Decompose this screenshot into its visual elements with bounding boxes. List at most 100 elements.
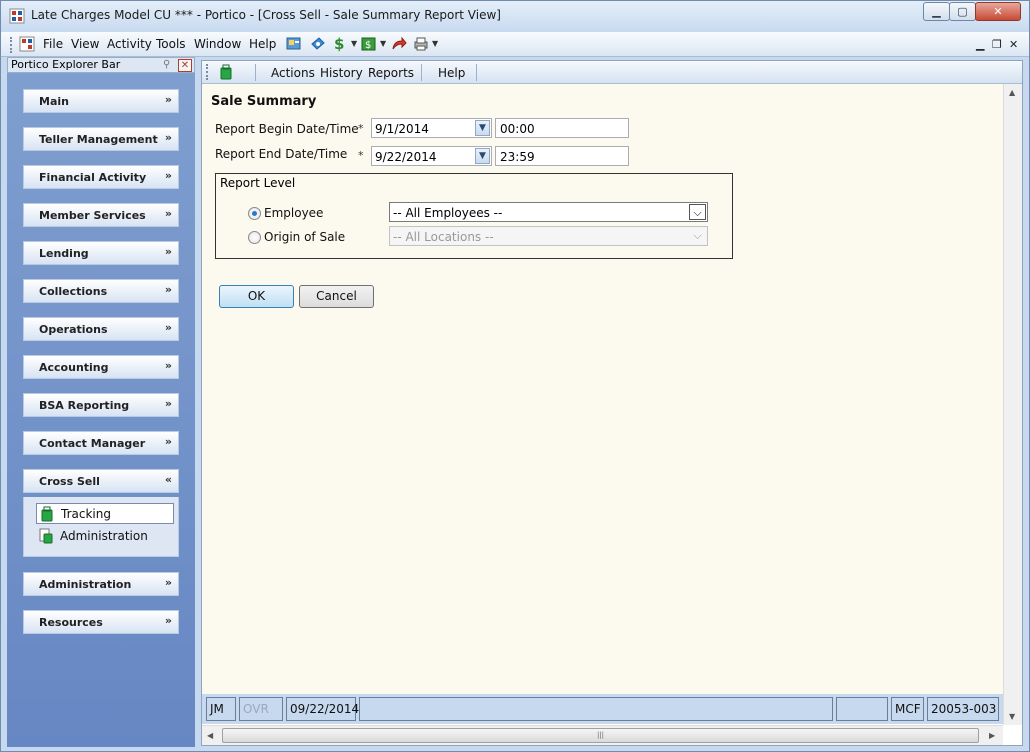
menu-help[interactable]: Help [249,37,276,51]
horizontal-scroll-thumb[interactable]: ||| [222,728,979,743]
child-toolbar-grip[interactable] [206,64,209,80]
expand-chevron-icon[interactable]: » [165,207,172,220]
scroll-down-icon[interactable]: ▼ [1009,712,1015,721]
chevron-down-icon[interactable]: ▼ [475,148,490,164]
end-date-label: Report End Date/Time [215,147,348,161]
section-accounting[interactable]: Accounting » [23,355,179,379]
ok-button[interactable]: OK [219,285,294,308]
section-administration[interactable]: Administration » [23,572,179,596]
expand-chevron-icon[interactable]: » [165,93,172,106]
explorer-title: Portico Explorer Bar [11,58,121,71]
cash-icon[interactable]: $ [361,36,377,52]
vertical-scrollbar[interactable]: ▲ ▼ [1003,84,1022,725]
section-financial-activity[interactable]: Financial Activity » [23,165,179,189]
scroll-right-icon[interactable]: ▶ [989,731,995,740]
maximize-button[interactable]: ▢ [949,2,976,21]
begin-time-field[interactable]: 00:00 [495,118,629,138]
explorer-close-icon[interactable]: ✕ [178,59,192,72]
origin-of-sale-radio[interactable] [248,231,261,244]
employee-select[interactable]: -- All Employees -- ⌵ [389,202,708,222]
menu-reports[interactable]: Reports [368,66,414,80]
pin-icon[interactable]: ⚲ [163,59,176,71]
begin-date-value[interactable]: 9/1/2014 [375,122,429,136]
administration-icon [39,528,53,544]
expand-chevron-icon[interactable]: » [165,397,172,410]
expand-chevron-icon[interactable]: » [165,576,172,589]
section-teller-management[interactable]: Teller Management » [23,127,179,151]
section-label: Cross Sell [39,475,100,488]
menu-view[interactable]: View [71,37,99,51]
member-search-icon[interactable] [286,36,302,52]
expand-chevron-icon[interactable]: » [165,245,172,258]
toolbar-grip[interactable] [10,37,13,53]
section-member-services[interactable]: Member Services » [23,203,179,227]
expand-chevron-icon[interactable]: » [165,169,172,182]
section-operations[interactable]: Operations » [23,317,179,341]
section-contact-manager[interactable]: Contact Manager » [23,431,179,455]
section-lending[interactable]: Lending » [23,241,179,265]
printer-dropdown-arrow[interactable]: ▼ [432,39,438,48]
scroll-left-icon[interactable]: ◀ [207,731,213,740]
required-marker: * [358,122,364,135]
menu-file[interactable]: File [43,37,63,51]
card-icon[interactable] [310,36,326,52]
section-label: Main [39,95,69,108]
expand-chevron-icon[interactable]: » [165,321,172,334]
origin-of-sale-label[interactable]: Origin of Sale [264,230,345,244]
mdi-close-button[interactable]: ✕ [1009,38,1018,51]
section-cross-sell[interactable]: Cross Sell « [23,469,179,493]
chevron-down-icon[interactable]: ⌵ [689,204,706,220]
nav-item-administration[interactable]: Administration [36,526,174,547]
menu-window[interactable]: Window [194,37,241,51]
menu-activity[interactable]: Activity [107,37,152,51]
cash-dropdown-arrow[interactable]: ▼ [380,39,386,48]
page-title: Sale Summary [211,94,317,109]
employee-radio[interactable] [248,207,261,220]
section-resources[interactable]: Resources » [23,610,179,634]
expand-chevron-icon[interactable]: » [165,435,172,448]
menu-history[interactable]: History [320,66,363,80]
collapse-chevron-icon[interactable]: « [165,473,172,486]
expand-chevron-icon[interactable]: » [165,283,172,296]
status-code: 20053-003 [927,697,999,721]
minimize-button[interactable]: ▁ [923,2,950,21]
printer-icon[interactable] [413,36,429,52]
chevron-down-icon[interactable]: ▼ [475,120,490,136]
menu-help-child[interactable]: Help [438,66,465,80]
section-main[interactable]: Main » [23,89,179,113]
employee-radio-label[interactable]: Employee [264,206,323,220]
status-blank [836,697,888,721]
cancel-button[interactable]: Cancel [299,285,374,308]
section-label: Teller Management [39,133,158,146]
section-bsa-reporting[interactable]: BSA Reporting » [23,393,179,417]
nav-item-label: Administration [60,529,148,543]
section-collections[interactable]: Collections » [23,279,179,303]
expand-chevron-icon[interactable]: » [165,614,172,627]
end-time-field[interactable]: 23:59 [495,146,629,166]
dollar-icon[interactable]: $ [334,36,350,52]
toolbar-separator [476,64,477,81]
horizontal-scrollbar[interactable]: ◀ ||| ▶ [202,725,1003,745]
nav-item-tracking[interactable]: Tracking [36,503,174,524]
menu-tools[interactable]: Tools [156,37,186,51]
section-label: Contact Manager [39,437,146,450]
end-time-value[interactable]: 23:59 [500,150,535,164]
end-date-value[interactable]: 9/22/2014 [375,150,437,164]
title-bar: Late Charges Model CU *** - Portico - [C… [1,1,1029,31]
redo-arrow-icon[interactable] [391,36,407,52]
status-user: JM [206,697,236,721]
toolbar-separator [255,64,256,81]
end-date-picker[interactable]: 9/22/2014 ▼ [371,146,492,166]
mdi-minimize-button[interactable]: ▁ [976,38,984,51]
dollar-dropdown-arrow[interactable]: ▼ [351,39,357,48]
expand-chevron-icon[interactable]: » [165,359,172,372]
scroll-up-icon[interactable]: ▲ [1009,88,1015,97]
begin-date-picker[interactable]: 9/1/2014 ▼ [371,118,492,138]
menu-bar: File View Activity Tools Window Help $ ▼… [1,32,1029,57]
status-message [359,697,833,721]
close-button[interactable]: ✕ [975,2,1021,21]
menu-actions[interactable]: Actions [271,66,315,80]
begin-time-value[interactable]: 00:00 [500,122,535,136]
expand-chevron-icon[interactable]: » [165,131,172,144]
mdi-restore-button[interactable]: ❐ [992,38,1002,51]
